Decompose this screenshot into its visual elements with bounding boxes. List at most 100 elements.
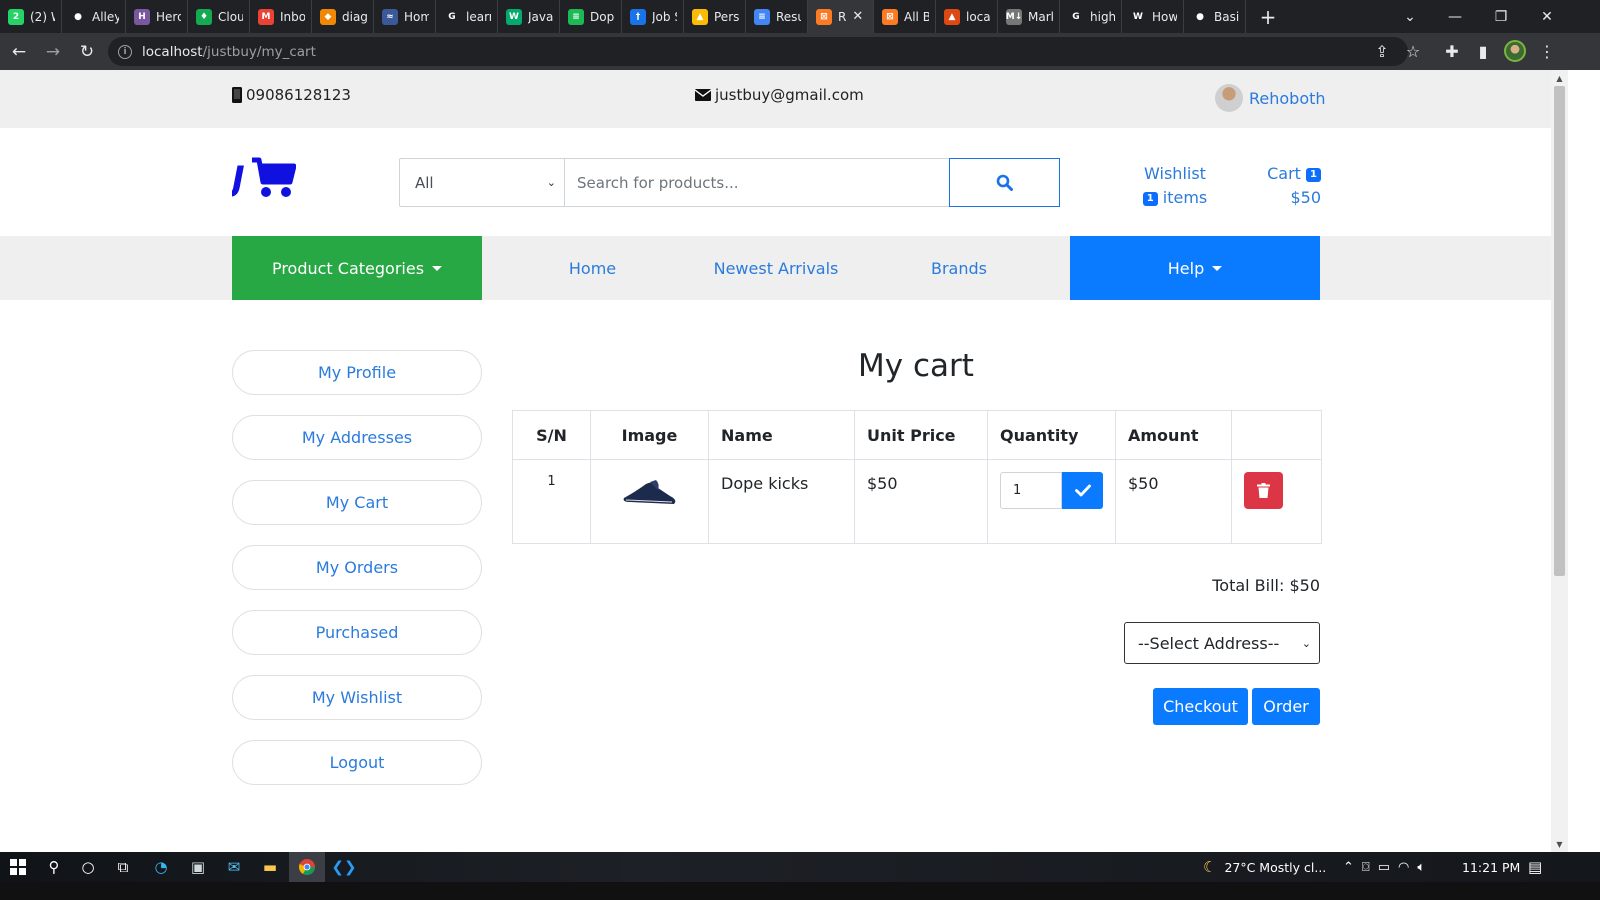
browser-tab[interactable]: ◆ diag: [312, 0, 374, 33]
cell-sn: 1: [512, 459, 591, 544]
nav-newest-arrivals-link[interactable]: Newest Arrivals: [700, 236, 852, 300]
scroll-down-icon[interactable]: ▼: [1551, 836, 1568, 852]
product-categories-label: Product Categories: [271, 258, 425, 278]
scroll-up-icon[interactable]: ▲: [1551, 70, 1568, 86]
product-categories-dropdown[interactable]: Product Categories: [232, 236, 482, 300]
browser-tab[interactable]: H Hero: [126, 0, 188, 33]
close-tab-icon[interactable]: ✕: [852, 9, 863, 24]
address-bar[interactable]: i localhost/justbuy/my_cart: [108, 37, 1408, 66]
nav-brands-link[interactable]: Brands: [905, 236, 1013, 300]
wishlist-link[interactable]: Wishlist 1 items: [1140, 162, 1210, 210]
taskbar-clock[interactable]: 11:21 PM: [1462, 852, 1520, 882]
quantity-input[interactable]: 1: [1000, 472, 1062, 509]
sidebar-item-my-addresses[interactable]: My Addresses: [232, 415, 482, 460]
caret-down-icon: [432, 265, 443, 271]
close-window-icon[interactable]: ✕: [1524, 0, 1570, 33]
browser-tab[interactable]: † Job S: [622, 0, 684, 33]
site-info-icon[interactable]: i: [118, 44, 132, 59]
cell-amount: $50: [1115, 459, 1232, 544]
side-panel-icon[interactable]: ▮: [1471, 37, 1495, 65]
nav-home-link[interactable]: Home: [535, 236, 650, 300]
check-icon: [1074, 484, 1091, 497]
bookmark-star-icon[interactable]: ☆: [1401, 37, 1425, 65]
browser-tab[interactable]: ≡ Resu: [746, 0, 808, 33]
moon-icon: ☾: [1203, 858, 1217, 876]
sidebar-item-my-orders[interactable]: My Orders: [232, 545, 482, 590]
browser-profile-avatar[interactable]: [1504, 40, 1526, 62]
taskbar-search-icon[interactable]: ⚲: [36, 852, 72, 882]
cortana-icon[interactable]: ○: [70, 852, 106, 882]
sidebar-item-label: My Cart: [325, 493, 389, 512]
browser-tab[interactable]: ▲ locali: [936, 0, 998, 33]
update-quantity-button[interactable]: [1062, 472, 1103, 509]
total-bill: Total Bill: $50: [1212, 576, 1320, 595]
file-explorer-icon[interactable]: ▬: [252, 852, 288, 882]
sidebar-item-my-profile[interactable]: My Profile: [232, 350, 482, 395]
screen-bottom-edge: [0, 882, 1600, 900]
main-nav: Product Categories Home Newest Arrivals …: [0, 236, 1551, 300]
browser-tab[interactable]: M Inbo: [250, 0, 312, 33]
address-select[interactable]: --Select Address-- ⌄: [1124, 622, 1320, 664]
edge-icon[interactable]: ◔: [143, 852, 179, 882]
address-select-value: --Select Address--: [1138, 633, 1280, 653]
cart-link[interactable]: Cart 1 $50: [1255, 162, 1321, 210]
browser-tab[interactable]: ≡ Dope: [560, 0, 622, 33]
browser-tab[interactable]: W How: [1122, 0, 1184, 33]
chrome-menu-icon[interactable]: ⋮: [1535, 37, 1559, 65]
browser-tab[interactable]: ♦ Clou: [188, 0, 250, 33]
browser-tab[interactable]: ⊠ All B: [874, 0, 936, 33]
sidebar-item-my-cart[interactable]: My Cart: [232, 480, 482, 525]
justbuy-logo[interactable]: J: [232, 156, 296, 200]
category-select[interactable]: All ⌄: [399, 158, 564, 207]
restore-icon[interactable]: ❐: [1478, 0, 1524, 33]
username: Rehoboth: [1249, 88, 1326, 108]
order-button[interactable]: Order: [1252, 688, 1320, 725]
browser-tab[interactable]: 2 (2) W: [0, 0, 62, 33]
weather-widget[interactable]: ☾ 27°C Mostly cl...: [1203, 852, 1326, 882]
user-account-link[interactable]: Rehoboth: [1215, 84, 1326, 112]
tab-search-icon[interactable]: ⌄: [1387, 0, 1433, 33]
browser-tab[interactable]: ⊠ R ✕: [808, 0, 874, 33]
task-view-icon[interactable]: ⧉: [105, 852, 141, 882]
delete-item-button[interactable]: [1244, 472, 1283, 509]
page-scrollbar[interactable]: ▲ ▼: [1551, 70, 1568, 852]
google-drive-icon: ▲: [692, 8, 708, 25]
browser-tab[interactable]: ≈ Hom: [374, 0, 436, 33]
checkout-button[interactable]: Checkout: [1153, 688, 1248, 725]
browser-tab[interactable]: ● Basic: [1184, 0, 1246, 33]
extensions-icon[interactable]: ✚: [1440, 37, 1464, 65]
reload-icon[interactable]: ↻: [72, 37, 102, 67]
browser-tab[interactable]: ● Alley: [62, 0, 126, 33]
minimize-icon[interactable]: —: [1432, 0, 1478, 33]
share-icon[interactable]: ⇪: [1370, 37, 1394, 65]
browser-tab[interactable]: W Java: [498, 0, 560, 33]
browser-tab[interactable]: ▲ Perso: [684, 0, 746, 33]
help-dropdown[interactable]: Help: [1070, 236, 1320, 300]
forward-icon[interactable]: →: [38, 37, 68, 67]
mail-icon[interactable]: ✉: [216, 852, 252, 882]
tray-icons[interactable]: ⌃ ⌼ ▭ ◠ 🔈︎: [1343, 852, 1425, 882]
notifications-icon[interactable]: ▤: [1528, 852, 1542, 882]
heroku-icon: H: [134, 8, 150, 25]
sidebar-item-my-wishlist[interactable]: My Wishlist: [232, 675, 482, 720]
search-button[interactable]: [949, 158, 1060, 207]
windows-start-icon[interactable]: [0, 852, 36, 882]
back-icon[interactable]: ←: [4, 37, 34, 67]
chrome-taskbar-icon[interactable]: [289, 852, 325, 882]
vscode-icon[interactable]: ❮❯: [326, 852, 362, 882]
browser-tab[interactable]: M↓ Mark: [998, 0, 1060, 33]
order-label: Order: [1263, 697, 1309, 716]
browser-toolbar: ← → ↻ i localhost/justbuy/my_cart: [0, 33, 1600, 70]
sidebar-item-logout[interactable]: Logout: [232, 740, 482, 785]
product-thumbnail[interactable]: [620, 476, 680, 506]
browser-tab[interactable]: Glearn: [436, 0, 498, 33]
browser-tab-label: Job S: [652, 9, 677, 24]
search-input[interactable]: Search for products...: [564, 158, 950, 207]
scrollbar-thumb[interactable]: [1554, 86, 1565, 576]
new-tab-icon[interactable]: +: [1256, 5, 1280, 29]
store-icon[interactable]: ▣: [180, 852, 216, 882]
github-icon: ●: [1196, 11, 1204, 22]
caret-down-icon: [1212, 265, 1223, 271]
sidebar-item-purchased[interactable]: Purchased: [232, 610, 482, 655]
browser-tab[interactable]: Ghighl: [1060, 0, 1122, 33]
